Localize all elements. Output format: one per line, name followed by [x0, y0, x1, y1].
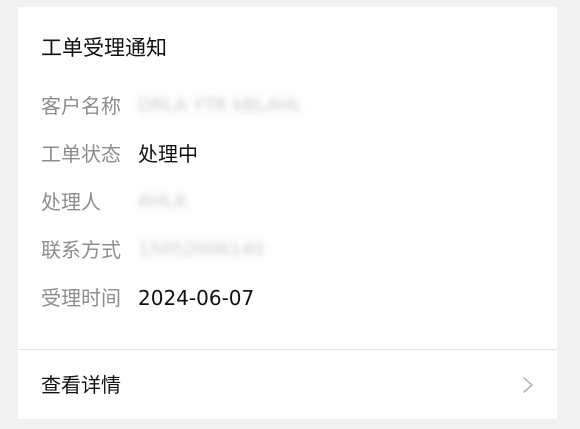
field-label: 联系方式 — [41, 238, 121, 262]
field-value: DRLA YTR kBLAHL — [138, 95, 303, 116]
field-label: 工单状态 — [41, 142, 121, 166]
view-details-link[interactable]: 查看详情 — [18, 350, 557, 419]
card-title: 工单受理通知 — [41, 36, 167, 60]
view-details-label: 查看详情 — [41, 373, 121, 397]
field-label: 受理时间 — [41, 286, 121, 310]
field-value: 2024-06-07 — [138, 286, 255, 310]
field-value: 15052006140 — [138, 239, 264, 260]
field-label: 客户名称 — [41, 94, 121, 118]
chevron-right-icon — [523, 377, 533, 393]
field-value: 处理中 — [138, 142, 198, 166]
notification-card: 工单受理通知 客户名称 DRLA YTR kBLAHL 工单状态 处理中 处理人… — [18, 7, 557, 419]
field-label: 处理人 — [41, 190, 101, 214]
field-value: AHLA — [138, 191, 187, 212]
